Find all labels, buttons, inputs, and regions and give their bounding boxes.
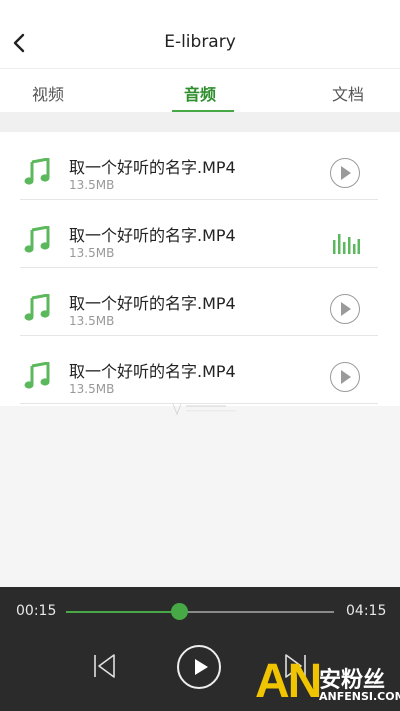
play-circle-icon[interactable] bbox=[330, 294, 360, 324]
progress-fill bbox=[66, 611, 179, 613]
tab-bar: 视频 音频 文档 bbox=[0, 68, 400, 113]
play-circle-icon[interactable] bbox=[330, 362, 360, 392]
e-library-screen: E-library 视频 音频 文档 取一个好听的名字.MP4 13.5MB 取… bbox=[0, 0, 400, 711]
track-name: 取一个好听的名字.MP4 bbox=[69, 226, 236, 245]
faint-logo-icon bbox=[172, 403, 236, 416]
total-time: 04:15 bbox=[346, 603, 387, 619]
track-name: 取一个好听的名字.MP4 bbox=[69, 294, 236, 313]
section-gap bbox=[0, 112, 400, 132]
watermark-site-en: ANFENSI.COM bbox=[319, 690, 400, 703]
list-item[interactable]: 取一个好听的名字.MP4 13.5MB bbox=[0, 268, 400, 336]
list-item[interactable]: 取一个好听的名字.MP4 13.5MB bbox=[0, 336, 400, 404]
audio-list: 取一个好听的名字.MP4 13.5MB 取一个好听的名字.MP4 13.5MB bbox=[0, 132, 400, 406]
track-size: 13.5MB bbox=[69, 382, 115, 396]
track-name: 取一个好听的名字.MP4 bbox=[69, 362, 236, 381]
list-item[interactable]: 取一个好听的名字.MP4 13.5MB bbox=[0, 132, 400, 200]
equalizer-icon[interactable] bbox=[332, 230, 360, 254]
list-item[interactable]: 取一个好听的名字.MP4 13.5MB bbox=[0, 200, 400, 268]
progress-handle[interactable] bbox=[170, 603, 188, 620]
play-circle-icon[interactable] bbox=[330, 158, 360, 188]
watermark-mark: AN bbox=[255, 655, 322, 708]
track-size: 13.5MB bbox=[69, 246, 115, 260]
track-name: 取一个好听的名字.MP4 bbox=[69, 158, 236, 177]
skip-previous-icon[interactable] bbox=[92, 653, 118, 679]
music-note-icon bbox=[24, 294, 50, 321]
current-time: 00:15 bbox=[16, 603, 57, 619]
app-header: E-library bbox=[0, 0, 400, 68]
track-size: 13.5MB bbox=[69, 178, 115, 192]
music-note-icon bbox=[24, 226, 50, 253]
page-title: E-library bbox=[164, 32, 236, 52]
tab-document[interactable]: 文档 bbox=[332, 81, 364, 105]
music-note-icon bbox=[24, 158, 50, 185]
music-note-icon bbox=[24, 362, 50, 389]
watermark-logo: AN 安粉丝 ANFENSI.COM bbox=[255, 656, 400, 711]
tab-audio[interactable]: 音频 bbox=[184, 81, 216, 105]
play-button[interactable] bbox=[177, 645, 221, 689]
track-size: 13.5MB bbox=[69, 314, 115, 328]
tab-video[interactable]: 视频 bbox=[32, 81, 64, 105]
